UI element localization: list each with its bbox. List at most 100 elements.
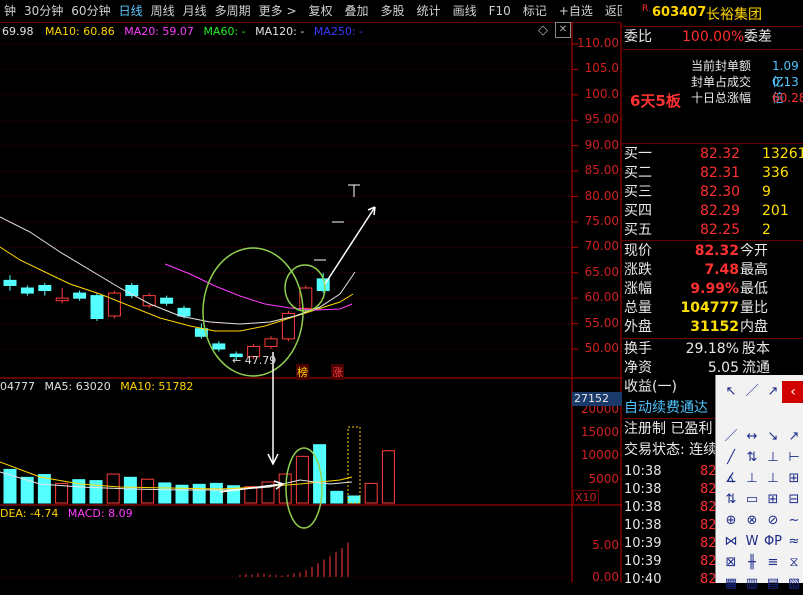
drawing-tool-icon[interactable]: ▧	[783, 573, 803, 595]
period-tab[interactable]: 多周期	[211, 0, 255, 22]
bid-row[interactable]: 买四 82.29 201	[622, 202, 803, 221]
drawing-tool-icon[interactable]: ⊞	[783, 468, 803, 490]
bid-row[interactable]: 买二 82.31 336	[622, 164, 803, 183]
candle-body	[55, 297, 69, 302]
drawing-tool-icon[interactable]: ⊟	[783, 489, 803, 511]
price-tick-label: 95.00	[584, 112, 619, 127]
toolbar-button[interactable]: 叠加	[341, 0, 373, 22]
drawing-tool-icon[interactable]: ↖	[720, 381, 742, 403]
candle-body	[38, 284, 52, 292]
drawing-tool-icon[interactable]: ⊞	[762, 489, 784, 511]
drawing-tool-icon[interactable]: ⧖	[783, 552, 803, 574]
drawing-tool-icon[interactable]: ⋈	[720, 531, 742, 553]
bid-row[interactable]: 买三 82.30 9	[622, 183, 803, 202]
stat-row: 涨幅 9.99% 最低	[622, 280, 803, 299]
price-tick-label: 65.00	[584, 264, 619, 279]
period-tab[interactable]: 月线	[179, 0, 211, 22]
low-price-label: ← 47.79	[232, 354, 277, 367]
limit-up-tag[interactable]: 涨	[331, 364, 344, 380]
drawing-tool-icon[interactable]: ▭	[741, 489, 763, 511]
stat-row: 现价 82.32 今开	[622, 242, 803, 261]
bid-row[interactable]: 买五 82.25 2	[622, 221, 803, 240]
price-tick-label: 50.00	[584, 341, 619, 355]
toolbar-button[interactable]: 多股	[377, 0, 409, 22]
tick-time: 10:38	[624, 464, 662, 479]
weibi-value: 100.00%	[682, 29, 745, 45]
rank-tag[interactable]: 榜	[296, 364, 309, 380]
divider	[622, 338, 803, 339]
toolbar-button[interactable]: +自选	[555, 0, 597, 22]
bid-price: 82.31	[700, 165, 741, 181]
macd-tick-label: 5.00	[592, 538, 619, 552]
drawing-tool-icon[interactable]: ∡	[720, 468, 742, 490]
candle-body	[107, 292, 121, 317]
drawing-tool-icon[interactable]: ╱	[720, 447, 742, 469]
stat-label: 外盘	[624, 319, 652, 335]
drawing-tools-panel: ‹ ↖ ／ ↗ ／ ↔ ↘ ↗ ╱ ⇅ ⊥ ⊢ ∡ ⊥ ⊥ ⊞ ⇅ ▭ ⊞ ⊟ ⊕ ⊗ ⊘ ∼ ⋈ W ΦΡ ≈ ⊠ ╫ ≡ ⧖ ▦ ▥ ▤ ▧	[715, 375, 803, 591]
toolbar-button[interactable]: 标记	[519, 0, 551, 22]
volume-bar	[330, 490, 344, 504]
drawing-tool-icon[interactable]: ⊢	[783, 447, 803, 469]
drawing-tool-icon[interactable]: ／	[741, 381, 763, 403]
period-tab[interactable]: 周线	[147, 0, 179, 22]
drawing-tool-icon[interactable]: ↘	[762, 426, 784, 448]
candle-body	[3, 279, 17, 286]
period-tab[interactable]: 更多 >	[255, 0, 301, 22]
tick-time: 10:38	[624, 482, 662, 497]
drawing-tool-icon[interactable]: ╫	[741, 552, 763, 574]
drawing-tool-icon[interactable]: ↗	[783, 426, 803, 448]
drawing-tool-icon[interactable]: ⊗	[741, 510, 763, 532]
volume-tick-label: 15000	[580, 425, 619, 439]
drawing-tool-icon[interactable]: ⊥	[762, 468, 784, 490]
drawing-tool-icon[interactable]: ∼	[783, 510, 803, 532]
toolbar-button[interactable]: F10	[485, 0, 515, 22]
stat-label: 涨跌	[624, 262, 652, 278]
stat-row: 换手 29.18% 股本	[622, 340, 803, 359]
toolbar-button[interactable]: 画线	[449, 0, 481, 22]
projection-dash	[314, 221, 344, 261]
drawing-tool-icon[interactable]: ΦΡ	[762, 531, 784, 553]
period-tab[interactable]: 60分钟	[67, 0, 114, 22]
volume-bar	[295, 455, 309, 504]
bid-row[interactable]: 买一 82.32 13261	[622, 145, 803, 164]
close-tools-icon[interactable]: ‹	[782, 381, 803, 403]
drawing-tool-icon[interactable]: ⊠	[720, 552, 742, 574]
drawing-tool-icon[interactable]: ⇅	[720, 489, 742, 511]
volume-tick-label: 10000	[580, 448, 619, 463]
stat-row: 涨跌 7.48 最高	[622, 261, 803, 280]
drawing-tool-icon[interactable]: ▤	[762, 573, 784, 595]
period-toolbar: 钟 30分钟 60分钟 日线 周线 月线 多周期 更多 > 复权 叠加 多股 统计 画线 F10 标记 +自选…	[0, 0, 629, 23]
drawing-tool-icon[interactable]: ≈	[783, 531, 803, 553]
weibi-label: 委比	[624, 29, 652, 45]
candle-body	[20, 287, 34, 294]
toolbar-button[interactable]: 复权	[305, 0, 337, 22]
stock-name: 长裕集团	[706, 7, 762, 23]
bid-price: 82.32	[700, 146, 741, 162]
price-tick-label: 60.00	[584, 290, 619, 305]
period-tab[interactable]: 钟	[0, 0, 20, 22]
drawing-tool-icon[interactable]: ／	[720, 426, 742, 448]
drawing-tool-icon[interactable]: ⊘	[762, 510, 784, 532]
drawing-tool-icon[interactable]: ⊥	[762, 447, 784, 469]
price-tick-label: 55.00	[584, 315, 619, 330]
drawing-tool-icon[interactable]: ≡	[762, 552, 784, 574]
volume-projection	[347, 426, 361, 504]
candle-body	[73, 292, 87, 299]
candle-body	[142, 295, 156, 307]
drawing-tool-icon[interactable]: ↗	[762, 381, 784, 403]
macd-tick-label: 0.00	[592, 570, 619, 584]
stat-value: 104777	[680, 300, 739, 316]
drawing-tool-icon[interactable]: W	[741, 531, 763, 553]
drawing-tool-icon[interactable]: ▥	[741, 573, 763, 595]
drawing-tool-icon[interactable]: ▦	[720, 573, 742, 595]
period-tab[interactable]: 日线	[115, 0, 147, 22]
drawing-tool-icon[interactable]: ⊕	[720, 510, 742, 532]
trend-arrow	[324, 206, 376, 285]
drawing-tool-icon[interactable]: ⊥	[741, 468, 763, 490]
volume-bar	[123, 476, 137, 504]
period-tab[interactable]: 30分钟	[20, 0, 67, 22]
volume-bar	[3, 468, 17, 504]
drawing-tool-icon[interactable]: ⇅	[741, 447, 763, 469]
drawing-tool-icon[interactable]: ↔	[741, 426, 763, 448]
toolbar-button[interactable]: 统计	[413, 0, 445, 22]
